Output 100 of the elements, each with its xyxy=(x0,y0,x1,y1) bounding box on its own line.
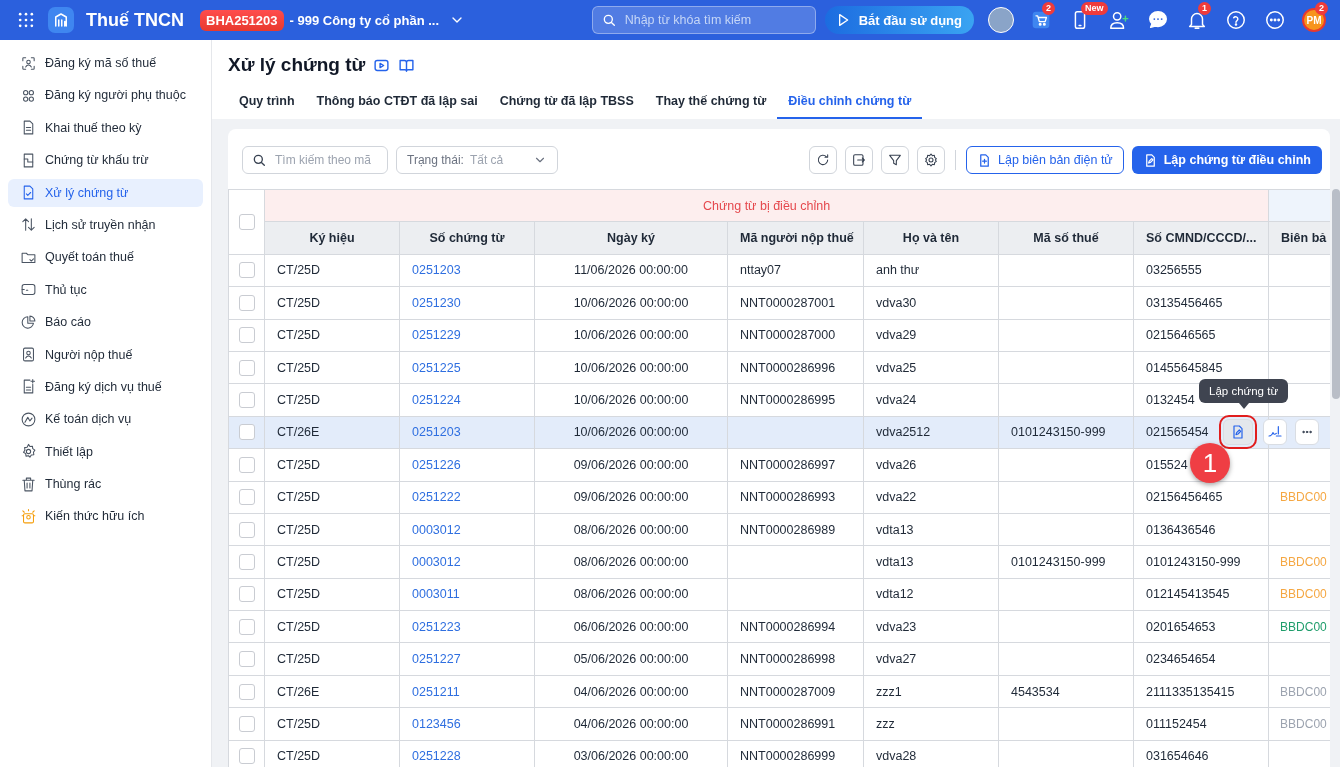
table-cell: 011152454 xyxy=(1146,716,1207,731)
table-cell: 03135456465 xyxy=(1146,295,1223,310)
column-header: Mã số thuế xyxy=(998,221,1134,255)
table-cell: NNT0000287001 xyxy=(740,295,836,310)
sidebar-item[interactable]: Báo cáo xyxy=(8,308,203,337)
row-checkbox[interactable] xyxy=(238,392,255,409)
sidebar-item[interactable]: Kiến thức hữu ích xyxy=(8,502,203,531)
sidebar-item[interactable]: Kế toán dịch vụ xyxy=(8,405,203,434)
table-cell: CT/25D xyxy=(277,328,321,343)
refresh-button[interactable] xyxy=(809,146,837,174)
signature-button[interactable] xyxy=(1263,419,1287,446)
step-marker: 1 xyxy=(1190,443,1230,484)
document-link[interactable]: 0251222 xyxy=(412,490,461,505)
more-button[interactable] xyxy=(1295,419,1319,446)
row-checkbox[interactable] xyxy=(238,521,255,538)
avatar-icon[interactable] xyxy=(988,7,1014,33)
document-link[interactable]: 0003012 xyxy=(412,522,461,537)
document-link[interactable]: 0251203 xyxy=(412,263,461,278)
row-checkbox[interactable] xyxy=(238,489,255,506)
row-checkbox[interactable] xyxy=(238,683,255,700)
column-header: Số chứng từ xyxy=(399,221,535,255)
transfer-arrows-icon xyxy=(20,216,37,234)
table-cell: 021565454 xyxy=(1146,425,1209,440)
scrollbar[interactable] xyxy=(1332,189,1340,399)
row-checkbox[interactable] xyxy=(238,715,255,732)
document-link[interactable]: 0251224 xyxy=(412,393,461,408)
row-checkbox[interactable] xyxy=(238,456,255,473)
company-name[interactable]: - 999 Công ty cổ phần ... xyxy=(289,12,440,28)
notification-badge: 1 xyxy=(1198,2,1211,15)
sidebar-item[interactable]: Đăng ký dịch vụ thuế xyxy=(8,372,203,401)
sidebar-item[interactable]: Khai thuế theo kỳ xyxy=(8,113,203,142)
sidebar-item[interactable]: Đăng ký người phụ thuộc xyxy=(8,81,203,110)
row-checkbox[interactable] xyxy=(238,424,255,441)
sidebar-item[interactable]: Lịch sử truyền nhận xyxy=(8,210,203,239)
table-cell: vdva29 xyxy=(876,328,917,343)
row-checkbox[interactable] xyxy=(238,359,255,376)
sidebar-item[interactable]: Thiết lập xyxy=(8,437,203,466)
document-link[interactable]: 0251230 xyxy=(412,295,461,310)
row-checkbox[interactable] xyxy=(238,554,255,570)
sidebar-item[interactable]: Người nộp thuế xyxy=(8,340,203,369)
group-header: Chứng từ bị điều chỉnh xyxy=(264,189,1269,222)
table-cell: 2111335135415 xyxy=(1146,684,1235,699)
row-checkbox[interactable] xyxy=(238,262,255,279)
create-adjustment-button[interactable]: Lập chứng từ điều chỉnh xyxy=(1131,146,1322,174)
row-checkbox[interactable] xyxy=(238,327,255,344)
export-button[interactable] xyxy=(845,146,873,174)
column-header: Ngày ký xyxy=(534,221,728,255)
document-link[interactable]: 0251227 xyxy=(412,652,461,667)
sidebar-item[interactable]: Chứng từ khấu trừ xyxy=(8,146,203,175)
table-cell: CT/26E xyxy=(277,425,320,440)
settings-button[interactable] xyxy=(917,146,945,174)
table-cell: CT/25D xyxy=(277,263,321,278)
more-icon xyxy=(1264,9,1286,31)
tab[interactable]: Thông báo CTĐT đã lập sai xyxy=(305,86,489,119)
table-cell: 015524 xyxy=(1146,457,1188,472)
table-cell: 11/06/2026 00:00:00 xyxy=(574,263,688,278)
sidebar-item[interactable]: Thủ tục xyxy=(8,275,203,304)
tab[interactable]: Quy trình xyxy=(228,86,306,119)
tab[interactable]: Thay thế chứng từ xyxy=(644,86,778,119)
table-cell: 03256555 xyxy=(1146,263,1202,278)
search-field[interactable]: Tìm kiếm theo mã xyxy=(242,146,388,174)
tab[interactable]: Chứng từ đã lập TBSS xyxy=(488,86,645,119)
table-cell: 10/06/2026 00:00:00 xyxy=(573,425,689,440)
row-checkbox[interactable] xyxy=(238,618,255,635)
app-logo[interactable] xyxy=(48,7,74,33)
start-button[interactable]: Bắt đầu sử dụng xyxy=(824,6,974,34)
document-link[interactable]: 0123456 xyxy=(412,716,461,731)
status-dropdown[interactable]: Trạng thái: Tất cả xyxy=(396,146,558,174)
sidebar-item[interactable]: Quyết toán thuế xyxy=(8,243,203,272)
sidebar-item[interactable]: Đăng ký mã số thuế xyxy=(8,49,203,77)
table-cell: 03/06/2026 00:00:00 xyxy=(573,749,689,764)
document-link[interactable]: 0251203 xyxy=(412,425,461,440)
table-cell: CT/25D xyxy=(277,522,321,537)
create-report-button[interactable]: Lập biên bản điện tử xyxy=(966,146,1124,174)
tooltip: Lập chứng từ xyxy=(1199,379,1289,410)
row-checkbox[interactable] xyxy=(238,294,255,311)
document-link[interactable]: 0251226 xyxy=(412,457,461,472)
row-checkbox[interactable] xyxy=(238,651,255,668)
row-checkbox[interactable] xyxy=(238,748,255,765)
document-link[interactable]: 0251223 xyxy=(412,619,461,634)
table-cell: CT/26E xyxy=(277,684,320,699)
document-link[interactable]: 0251225 xyxy=(412,360,461,375)
table-cell: NNT0000286997 xyxy=(740,457,836,472)
row-checkbox[interactable] xyxy=(238,586,255,603)
document-link[interactable]: 0251229 xyxy=(412,328,461,343)
table-cell: nttay07 xyxy=(740,263,781,278)
table-cell: CT/25D xyxy=(277,295,321,310)
tab[interactable]: Điều chỉnh chứng từ xyxy=(777,86,923,119)
select-all-checkbox[interactable] xyxy=(238,213,255,230)
sidebar-item[interactable]: Thùng rác xyxy=(8,470,203,499)
table-cell: CT/25D xyxy=(277,749,321,764)
document-link[interactable]: 0251211 xyxy=(412,684,460,699)
user-badge: 2 xyxy=(1315,2,1328,15)
filter-button[interactable] xyxy=(881,146,909,174)
document-link[interactable]: 0003012 xyxy=(412,555,461,569)
table-cell: NNT0000287009 xyxy=(740,684,836,699)
table-cell: 10/06/2026 00:00:00 xyxy=(573,393,689,408)
document-link[interactable]: 0003011 xyxy=(412,587,460,602)
table-cell: zzz xyxy=(876,716,895,731)
sidebar-item[interactable]: Xử lý chứng từ xyxy=(8,178,203,207)
